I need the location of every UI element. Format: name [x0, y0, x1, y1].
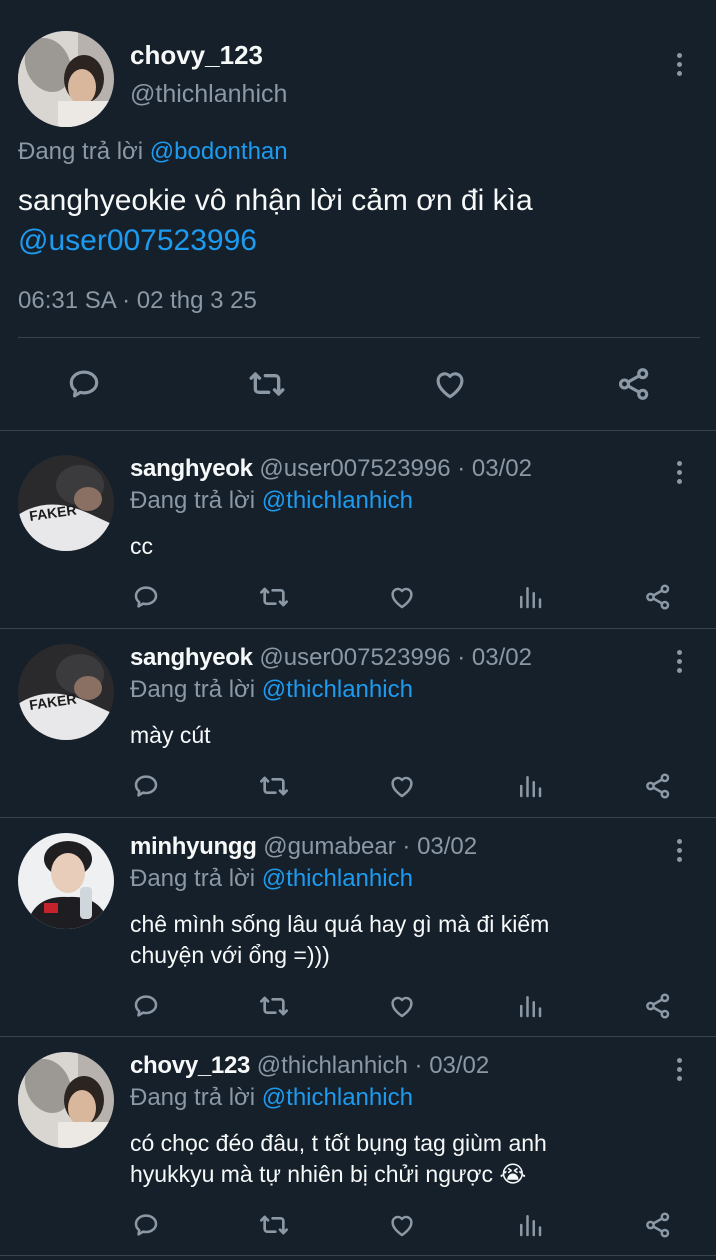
loudly-crying-emoji: 😭: [499, 1162, 527, 1188]
reply-text-line-content: hyukkyu mà tự nhiên bị chửi ngược: [130, 1161, 493, 1187]
divider: [18, 337, 700, 338]
more-options-icon[interactable]: [676, 53, 684, 80]
replying-prefix: Đang trả lời: [130, 865, 256, 892]
reply-icon[interactable]: [130, 990, 162, 1022]
like-icon[interactable]: [428, 362, 472, 406]
like-icon[interactable]: [386, 990, 418, 1022]
more-options-icon[interactable]: [676, 1058, 684, 1085]
reply-icon[interactable]: [130, 581, 162, 613]
reply-display-name[interactable]: minhyungg: [130, 833, 257, 860]
reply-item[interactable]: FAKER sanghyeok @user007523996 · 03/02 Đ…: [0, 441, 716, 629]
share-icon[interactable]: [642, 990, 674, 1022]
tweet-timestamp: 06:31 SA · 02 thg 3 25: [18, 287, 257, 314]
replying-prefix: Đang trả lời: [130, 676, 256, 703]
retweet-icon[interactable]: [258, 990, 290, 1022]
reply-text: mày cút: [130, 722, 211, 748]
analytics-icon[interactable]: [514, 1209, 546, 1241]
reply-item[interactable]: chovy_123 @thichlanhich · 03/02 Đang trả…: [0, 1038, 716, 1256]
reply-handle[interactable]: @gumabear: [263, 833, 395, 860]
reply-handle[interactable]: @thichlanhich: [257, 1052, 408, 1079]
more-options-icon[interactable]: [676, 839, 684, 866]
main-display-name[interactable]: chovy_123: [130, 40, 263, 71]
reply-header: sanghyeok @user007523996 · 03/02: [130, 455, 532, 483]
reply-handle[interactable]: @user007523996: [259, 644, 450, 671]
replying-to-link[interactable]: @thichlanhich: [262, 1084, 413, 1111]
reply-icon[interactable]: [130, 770, 162, 802]
reply-text: có chọc đéo đâu, t tốt bụng tag giùm anh…: [130, 1128, 650, 1191]
like-icon[interactable]: [386, 770, 418, 802]
replying-to: Đang trả lời @bodonthan: [18, 138, 288, 166]
reply-text-line: chuyện với ổng =))): [130, 942, 330, 968]
reply-date: · 03/02: [414, 1052, 490, 1079]
replying-to: Đang trả lời @thichlanhich: [130, 1084, 413, 1112]
replying-to-link[interactable]: @thichlanhich: [262, 865, 413, 892]
reply-text-line: chê mình sống lâu quá hay gì mà đi kiếm: [130, 911, 550, 937]
reply-date: · 03/02: [457, 644, 532, 671]
main-handle[interactable]: @thichlanhich: [130, 80, 287, 109]
replying-to: Đang trả lời @thichlanhich: [130, 865, 413, 893]
analytics-icon[interactable]: [514, 990, 546, 1022]
replying-prefix: Đang trả lời: [130, 487, 256, 514]
chovy-avatar[interactable]: [18, 1052, 114, 1148]
reply-date: · 03/02: [402, 833, 478, 860]
reply-text: cc: [130, 533, 153, 559]
retweet-icon[interactable]: [245, 362, 289, 406]
reply-display-name[interactable]: sanghyeok: [130, 644, 253, 671]
tweet-text: sanghyeokie vô nhận lời cảm ơn đi kìa: [18, 184, 533, 217]
reply-header: chovy_123 @thichlanhich · 03/02: [130, 1052, 489, 1080]
like-icon[interactable]: [386, 1209, 418, 1241]
reply-item[interactable]: FAKER sanghyeok @user007523996 · 03/02 Đ…: [0, 630, 716, 818]
reply-header: sanghyeok @user007523996 · 03/02: [130, 644, 532, 672]
reply-text: chê mình sống lâu quá hay gì mà đi kiếm …: [130, 909, 650, 971]
retweet-icon[interactable]: [258, 770, 290, 802]
reply-header: minhyungg @gumabear · 03/02: [130, 833, 477, 861]
replying-to-link[interactable]: @thichlanhich: [262, 676, 413, 703]
reply-date: · 03/02: [457, 455, 532, 482]
reply-text-line: có chọc đéo đâu, t tốt bụng tag giùm anh: [130, 1130, 547, 1156]
share-icon[interactable]: [642, 1209, 674, 1241]
faker-avatar[interactable]: FAKER: [18, 455, 114, 551]
reply-icon[interactable]: [62, 362, 106, 406]
reply-item[interactable]: minhyungg @gumabear · 03/02 Đang trả lời…: [0, 819, 716, 1037]
retweet-icon[interactable]: [258, 581, 290, 613]
reply-display-name[interactable]: sanghyeok: [130, 455, 253, 482]
like-icon[interactable]: [386, 581, 418, 613]
analytics-icon[interactable]: [514, 770, 546, 802]
replying-prefix: Đang trả lời: [18, 138, 144, 165]
tweet-mention-link[interactable]: @user007523996: [18, 224, 257, 258]
reply-text-line: hyukkyu mà tự nhiên bị chửi ngược 😭: [130, 1159, 650, 1191]
retweet-icon[interactable]: [258, 1209, 290, 1241]
replying-to-link[interactable]: @bodonthan: [150, 138, 288, 165]
main-tweet: chovy_123 @thichlanhich Đang trả lời @bo…: [0, 0, 716, 431]
replying-to-link[interactable]: @thichlanhich: [262, 487, 413, 514]
more-options-icon[interactable]: [676, 650, 684, 677]
replying-to: Đang trả lời @thichlanhich: [130, 676, 413, 704]
reply-icon[interactable]: [130, 1209, 162, 1241]
share-icon[interactable]: [642, 581, 674, 613]
replying-to: Đang trả lời @thichlanhich: [130, 487, 413, 515]
share-icon[interactable]: [612, 362, 656, 406]
more-options-icon[interactable]: [676, 461, 684, 488]
person-avatar[interactable]: [18, 833, 114, 929]
analytics-icon[interactable]: [514, 581, 546, 613]
share-icon[interactable]: [642, 770, 674, 802]
reply-display-name[interactable]: chovy_123: [130, 1052, 250, 1079]
reply-handle[interactable]: @user007523996: [259, 455, 450, 482]
faker-avatar[interactable]: FAKER: [18, 644, 114, 740]
chovy-avatar[interactable]: [18, 31, 114, 127]
replying-prefix: Đang trả lời: [130, 1084, 256, 1111]
